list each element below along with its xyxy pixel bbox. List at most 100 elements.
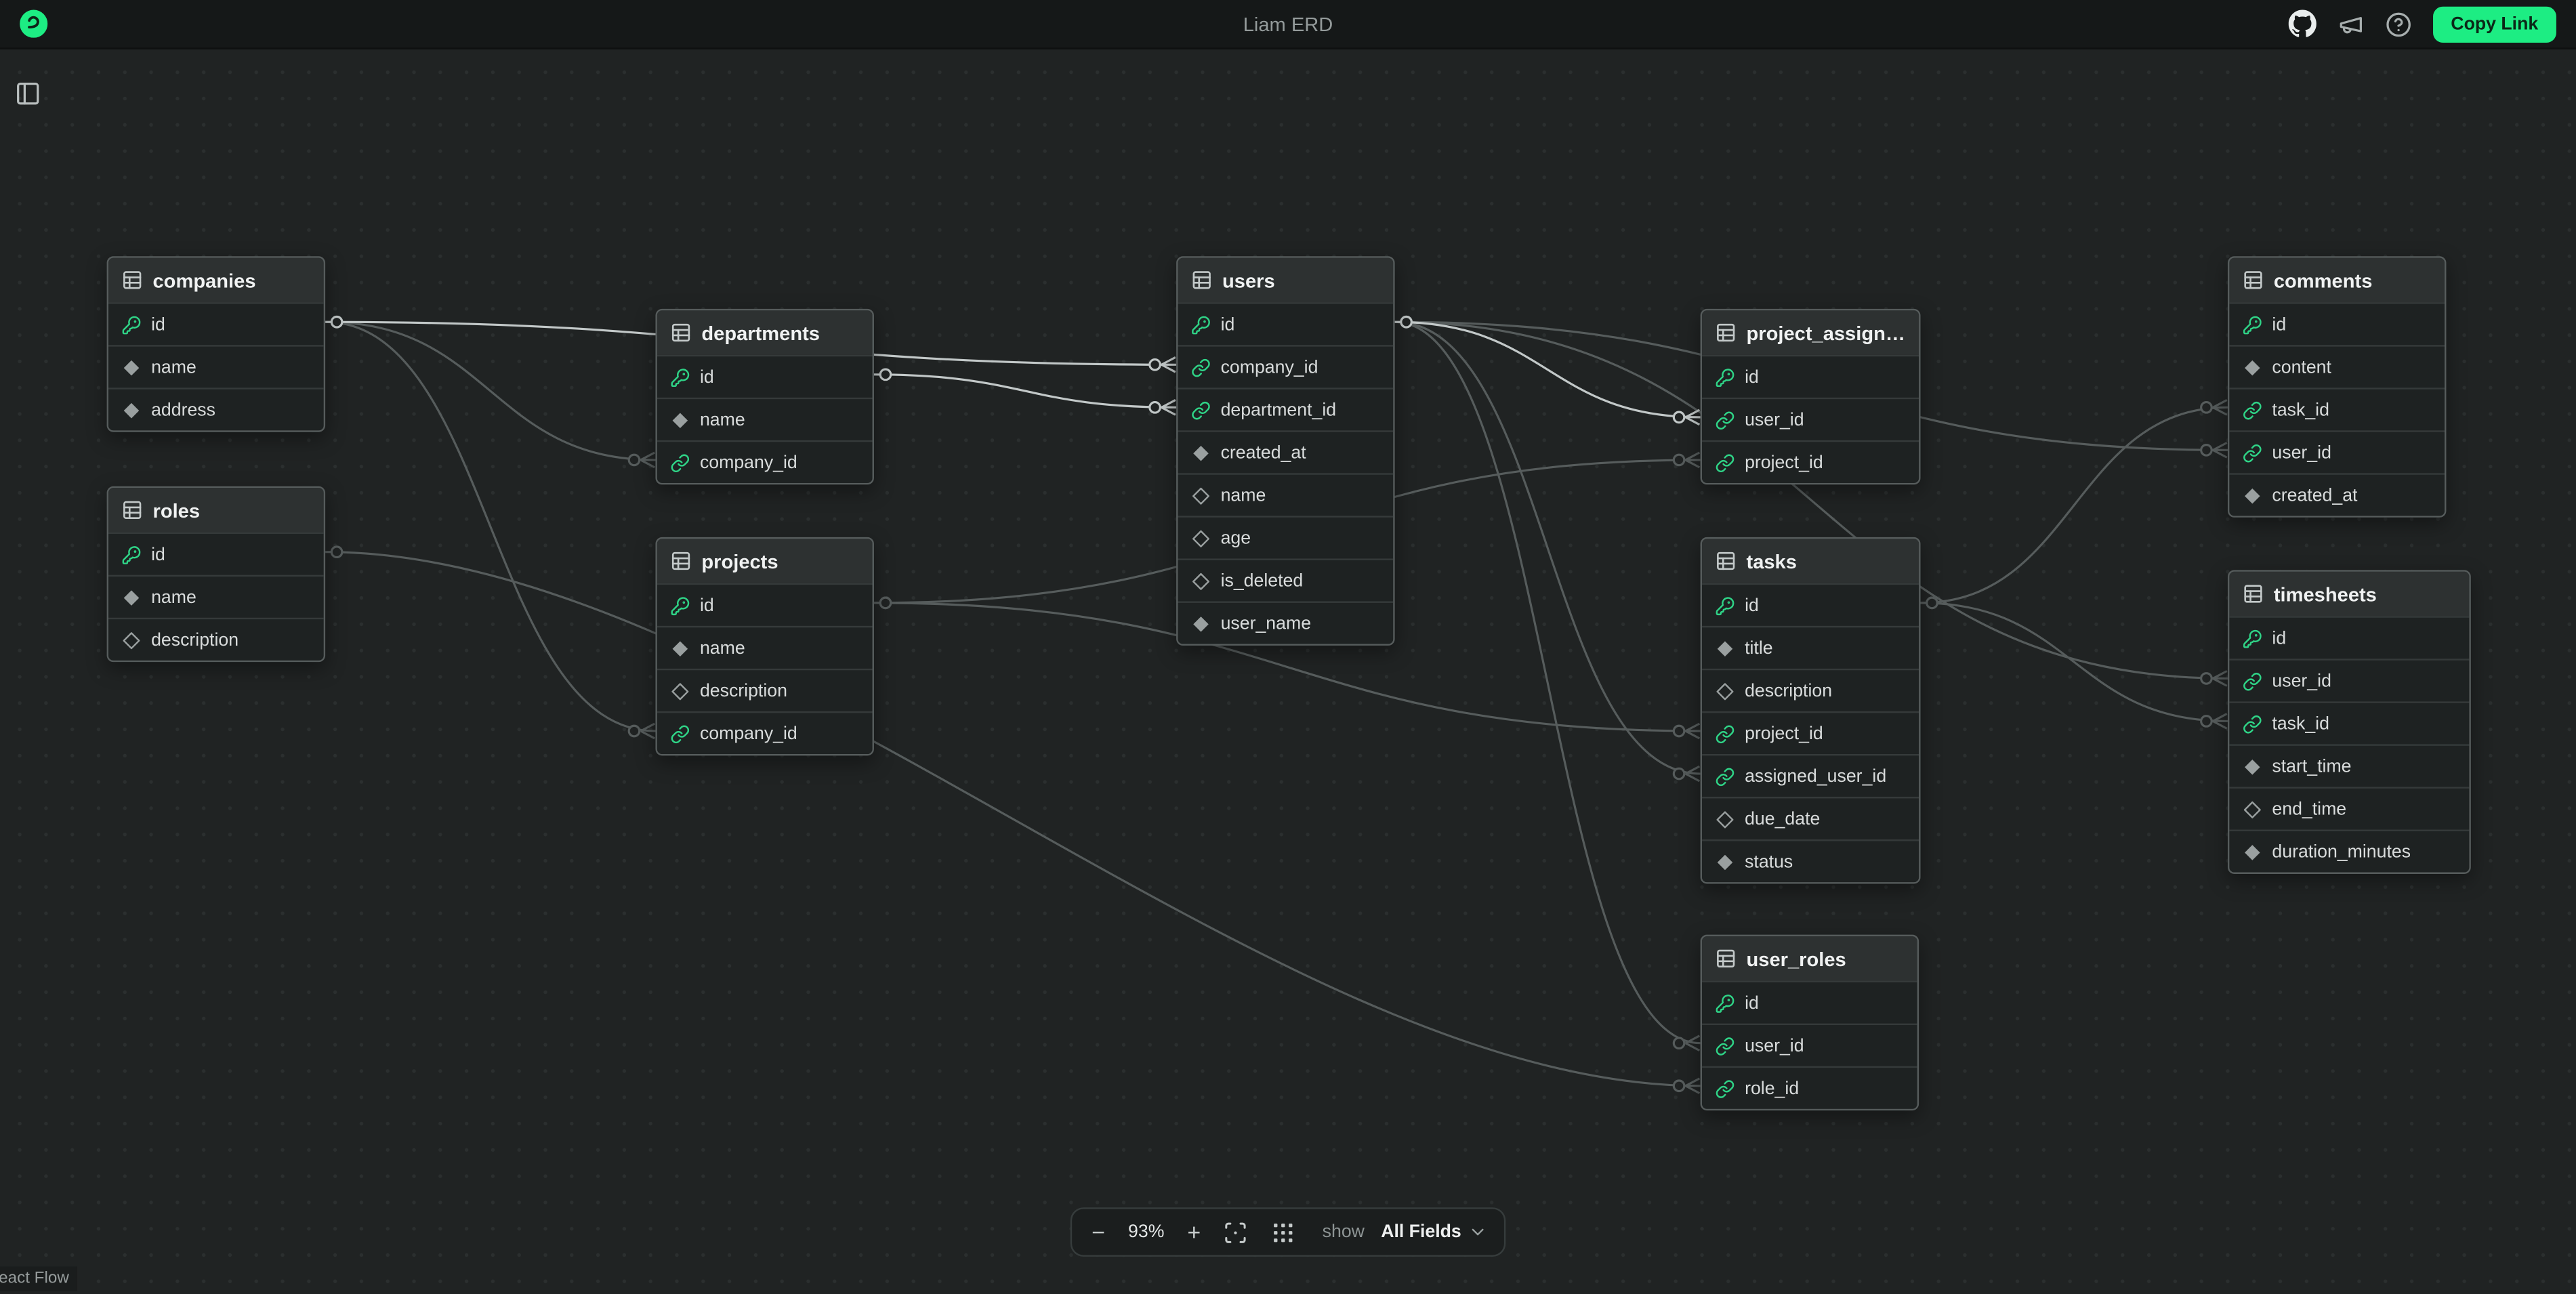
copy-link-button[interactable]: Copy Link — [2433, 5, 2556, 41]
field-row-status[interactable]: status — [1702, 839, 1919, 882]
field-row-age[interactable]: age — [1178, 516, 1394, 558]
zoom-in-button[interactable]: + — [1184, 1217, 1205, 1247]
zoom-out-button[interactable]: − — [1088, 1217, 1108, 1247]
table-header[interactable]: departments — [657, 310, 873, 354]
field-row-project_id[interactable]: project_id — [1702, 440, 1919, 483]
table-header[interactable]: project_assignments — [1702, 310, 1919, 354]
table-header[interactable]: users — [1178, 258, 1394, 302]
field-row-name[interactable]: name — [657, 398, 873, 440]
foreign-key-icon — [1715, 766, 1734, 786]
field-row-id[interactable]: id — [2229, 302, 2445, 345]
field-row-id[interactable]: id — [1702, 583, 1919, 626]
field-name: address — [151, 400, 215, 419]
field-row-company_id[interactable]: company_id — [657, 711, 873, 754]
field-row-user_id[interactable]: user_id — [1702, 1024, 1917, 1066]
table-departments[interactable]: departments id namecompany_id — [655, 309, 873, 484]
table-comments[interactable]: commentsid content task_id user_id created_a… — [2228, 256, 2446, 518]
field-name: name — [151, 357, 196, 377]
table-header[interactable]: timesheets — [2229, 572, 2469, 616]
field-row-user_id[interactable]: user_id — [1702, 398, 1919, 440]
table-users[interactable]: usersidcompany_iddepartment_id created_at… — [1176, 256, 1394, 646]
primary-key-icon — [670, 596, 690, 615]
not-null-icon — [121, 357, 141, 377]
field-row-start_time[interactable]: start_time — [2229, 744, 2469, 787]
field-row-company_id[interactable]: company_id — [657, 440, 873, 483]
table-project_assignments[interactable]: project_assignmentsiduser_id project_id — [1701, 309, 1921, 484]
field-row-end_time[interactable]: end_time — [2229, 787, 2469, 829]
table-header[interactable]: projects — [657, 539, 873, 583]
table-user_roles[interactable]: user_rolesiduser_idrole_id — [1701, 935, 1919, 1110]
table-tasks[interactable]: tasksid title descriptionproject_idassigne… — [1701, 537, 1921, 884]
field-row-company_id[interactable]: company_id — [1178, 345, 1394, 388]
table-header[interactable]: user_roles — [1702, 936, 1917, 980]
nullable-icon — [1715, 681, 1734, 701]
fields-filter-dropdown[interactable]: All Fields — [1381, 1222, 1487, 1242]
field-name: status — [1745, 852, 1793, 871]
table-header[interactable]: comments — [2229, 258, 2445, 302]
table-header[interactable]: tasks — [1702, 539, 1919, 583]
field-name: title — [1745, 638, 1773, 658]
react-flow-attribution[interactable]: React Flow — [0, 1266, 77, 1291]
help-button[interactable] — [2385, 11, 2411, 37]
field-row-project_id[interactable]: project_id — [1702, 711, 1919, 754]
table-header[interactable]: companies — [108, 258, 324, 302]
field-row-name[interactable]: name — [108, 345, 324, 388]
field-row-assigned_user_id[interactable]: assigned_user_id — [1702, 754, 1919, 797]
field-row-task_id[interactable]: task_id — [2229, 701, 2469, 744]
sidebar-toggle-button[interactable] — [8, 74, 47, 118]
field-name: start_time — [2272, 757, 2351, 776]
field-name: created_at — [1221, 442, 1306, 462]
field-row-user_id[interactable]: user_id — [2229, 430, 2445, 473]
field-row-address[interactable]: address — [108, 388, 324, 430]
field-row-id[interactable]: id — [657, 355, 873, 398]
field-row-id[interactable]: id — [2229, 616, 2469, 659]
field-row-created_at[interactable]: created_at — [2229, 473, 2445, 516]
tidy-up-button[interactable] — [1268, 1217, 1300, 1248]
field-row-duration_minutes[interactable]: duration_minutes — [2229, 829, 2469, 872]
fit-view-button[interactable] — [1220, 1217, 1251, 1248]
foreign-key-icon — [1715, 410, 1734, 430]
field-row-name[interactable]: name — [657, 626, 873, 669]
table-projects[interactable]: projectsidnamedescriptioncompany_id — [655, 537, 873, 755]
announcements-button[interactable] — [2338, 11, 2364, 37]
erd-canvas[interactable]: companiesidnameaddressrolesidnamedescrip… — [0, 0, 2576, 1294]
field-name: project_id — [1745, 453, 1823, 472]
field-row-id[interactable]: id — [1178, 302, 1394, 345]
table-companies[interactable]: companies id name address — [107, 256, 325, 432]
github-button[interactable] — [2288, 10, 2316, 38]
field-row-created_at[interactable]: created_at — [1178, 430, 1394, 473]
primary-key-icon — [121, 314, 141, 334]
primary-key-icon — [1715, 367, 1734, 387]
field-name: content — [2272, 357, 2331, 377]
table-timesheets[interactable]: timesheetsiduser_idtask_id start_time end_… — [2228, 570, 2471, 874]
primary-key-icon — [2243, 314, 2262, 334]
table-icon — [2243, 270, 2264, 291]
field-row-description[interactable]: description — [1702, 669, 1919, 711]
field-row-id[interactable]: id — [1702, 981, 1917, 1024]
field-row-due_date[interactable]: due_date — [1702, 797, 1919, 839]
field-row-user_name[interactable]: user_name — [1178, 601, 1394, 644]
field-row-role_id[interactable]: role_id — [1702, 1066, 1917, 1109]
field-row-task_id[interactable]: task_id — [2229, 388, 2445, 430]
field-row-is_deleted[interactable]: is_deleted — [1178, 558, 1394, 601]
table-roles[interactable]: roles id namedescription — [107, 486, 325, 662]
field-row-department_id[interactable]: department_id — [1178, 388, 1394, 430]
table-name: companies — [153, 268, 256, 291]
field-row-content[interactable]: content — [2229, 345, 2445, 388]
field-row-id[interactable]: id — [108, 302, 324, 345]
field-row-user_id[interactable]: user_id — [2229, 659, 2469, 701]
field-row-id[interactable]: id — [657, 583, 873, 626]
field-row-name[interactable]: name — [108, 575, 324, 618]
table-header[interactable]: roles — [108, 488, 324, 532]
field-row-id[interactable]: id — [108, 533, 324, 575]
field-row-id[interactable]: id — [1702, 355, 1919, 398]
primary-key-icon — [1191, 314, 1211, 334]
field-row-title[interactable]: title — [1702, 626, 1919, 669]
field-row-description[interactable]: description — [108, 618, 324, 661]
field-row-name[interactable]: name — [1178, 473, 1394, 516]
field-name: id — [151, 545, 165, 564]
field-name: id — [700, 367, 714, 387]
fit-view-icon — [1224, 1219, 1248, 1244]
field-row-description[interactable]: description — [657, 669, 873, 711]
field-name: user_id — [2272, 442, 2331, 462]
